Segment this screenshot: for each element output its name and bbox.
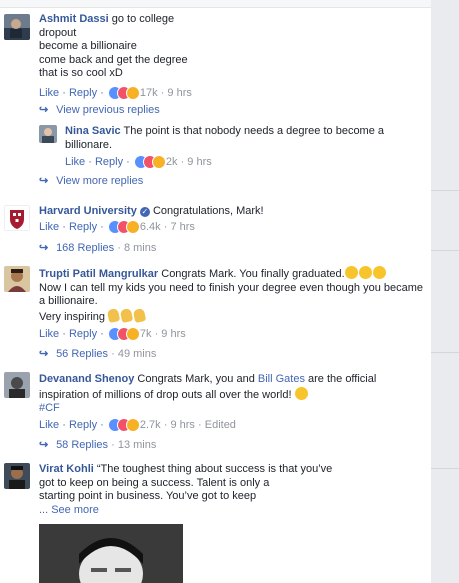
comment-actions: Like · Reply · 17k · 9 hrs [39,86,192,100]
comment-line: come back and get the degree [39,53,188,66]
replies-link[interactable]: ↪ 56 Replies · 49 mins [39,347,156,360]
comment-body: Virat Kohli “The toughest thing about su… [39,463,427,517]
comment-body: Devanand Shenoy Congrats Mark, you and B… [39,373,427,416]
comment-line: become a billionaire [39,40,137,52]
reaction-count[interactable]: 2.7k [140,419,161,431]
comment-line: Now I can tell my kids you need to finis… [39,281,424,294]
reply-button[interactable]: Reply [95,156,123,168]
reply-arrow-icon: ↪ [39,104,49,116]
comment-line: starting point in business. You’ve got t… [39,490,257,502]
comment-line: billionare. [65,138,113,151]
timestamp[interactable]: 9 hrs [187,156,211,168]
reactions-icon[interactable] [107,220,140,234]
comment-line-wrap: inspiration of millions of drop outs all… [39,386,427,403]
avatar[interactable] [4,266,30,292]
comment-text: Congrats Mark, you and [137,373,255,385]
reply-arrow-icon: ↪ [39,175,49,187]
avatar[interactable] [39,125,57,143]
reply-button[interactable]: Reply [69,221,97,233]
verified-badge-icon: ✓ [139,207,150,217]
reply-button[interactable]: Reply [69,419,97,431]
laughing-emoji-icon [372,266,386,279]
gutter-divider [431,352,459,353]
reply-button[interactable]: Reply [69,328,97,340]
comment-line: The point is that nobody needs a degree … [123,125,385,137]
author-name[interactable]: Virat Kohli [39,463,94,475]
author-name[interactable]: Trupti Patil Mangrulkar [39,268,158,280]
laughing-emoji-icon [358,266,372,279]
comment-actions: Like · Reply · 2.7k · 9 hrs · Edited [39,418,236,432]
like-button[interactable]: Like [39,328,59,340]
clapping-hands-icon [132,307,147,323]
reply-arrow-icon: ↪ [39,242,49,254]
avatar[interactable] [4,372,30,398]
edited-label[interactable]: Edited [205,419,236,431]
reaction-count[interactable]: 7k [140,328,152,340]
timestamp[interactable]: 9 hrs [170,419,194,431]
comment-text: Congratulations, Mark! [152,205,264,217]
top-edge [0,0,431,8]
author-name[interactable]: Devanand Shenoy [39,373,134,385]
right-gutter [431,0,459,583]
avatar[interactable] [4,205,30,231]
comment-line: “The toughest thing about success is tha… [96,463,333,475]
clapping-hands-icon [106,307,121,323]
timestamp[interactable]: 9 hrs [167,87,191,99]
reply-button[interactable]: Reply [69,87,97,99]
reactions-icon[interactable] [133,155,166,169]
reactions-icon[interactable] [107,86,140,100]
avatar[interactable] [4,463,30,489]
author-name[interactable]: Ashmit Dassi [39,13,109,25]
reaction-count[interactable]: 17k [140,87,158,99]
comment-line: got to keep on being a success. Talent i… [39,476,270,489]
replies-link[interactable]: ↪ 58 Replies · 13 mins [39,438,156,451]
gutter-divider [431,468,459,469]
comment-actions: Like · Reply · 2k · 9 hrs [65,155,212,169]
author-name[interactable]: Harvard University [39,205,137,217]
comment-body: Harvard University ✓ Congratulations, Ma… [39,205,264,219]
like-button[interactable]: Like [39,221,59,233]
timestamp[interactable]: 7 hrs [170,221,194,233]
comment-actions: Like · Reply · 7k · 9 hrs [39,327,186,341]
reactions-icon[interactable] [107,418,140,432]
clapping-hands-icon [119,307,134,323]
reply-arrow-icon: ↪ [39,348,49,360]
mention-link[interactable]: Bill Gates [258,373,305,385]
gutter-divider [431,250,459,251]
comment-body: Ashmit Dassi go to college dropout becom… [39,13,188,81]
like-button[interactable]: Like [39,419,59,431]
view-previous-replies[interactable]: ↪ View previous replies [39,103,160,116]
comment-line: go to college [111,13,175,25]
reactions-icon[interactable] [107,327,140,341]
see-more-link[interactable]: ... See more [39,504,427,518]
comment-line: that is so cool xD [39,67,123,79]
comment-line: Congrats Mark. You finally graduated. [161,268,345,280]
reaction-count[interactable]: 6.4k [140,221,161,233]
comment-actions: Like · Reply · 6.4k · 7 hrs [39,220,195,234]
avatar[interactable] [4,14,30,40]
gutter-divider [431,190,459,191]
comment-line: dropout [39,26,77,39]
comment-text: are the official [308,373,377,385]
like-button[interactable]: Like [65,156,85,168]
timestamp[interactable]: 9 hrs [161,328,185,340]
like-button[interactable]: Like [39,87,59,99]
view-more-replies[interactable]: ↪ View more replies [39,174,143,187]
reply-arrow-icon: ↪ [39,439,49,451]
winking-emoji-icon [294,386,308,400]
comment-body: Trupti Patil Mangrulkar Congrats Mark. Y… [39,266,427,324]
attached-photo[interactable] [39,524,183,583]
reaction-count[interactable]: 2k [166,156,178,168]
comment-line-wrap: Very inspiring [39,307,427,325]
comment-line: a billionaire. [39,295,98,307]
laughing-emoji-icon [344,266,358,279]
author-name[interactable]: Nina Savic [65,125,121,137]
hashtag-link[interactable]: #CF [39,402,427,416]
comment-body: Nina Savic The point is that nobody need… [65,125,425,152]
replies-link[interactable]: ↪ 168 Replies · 8 mins [39,241,156,254]
